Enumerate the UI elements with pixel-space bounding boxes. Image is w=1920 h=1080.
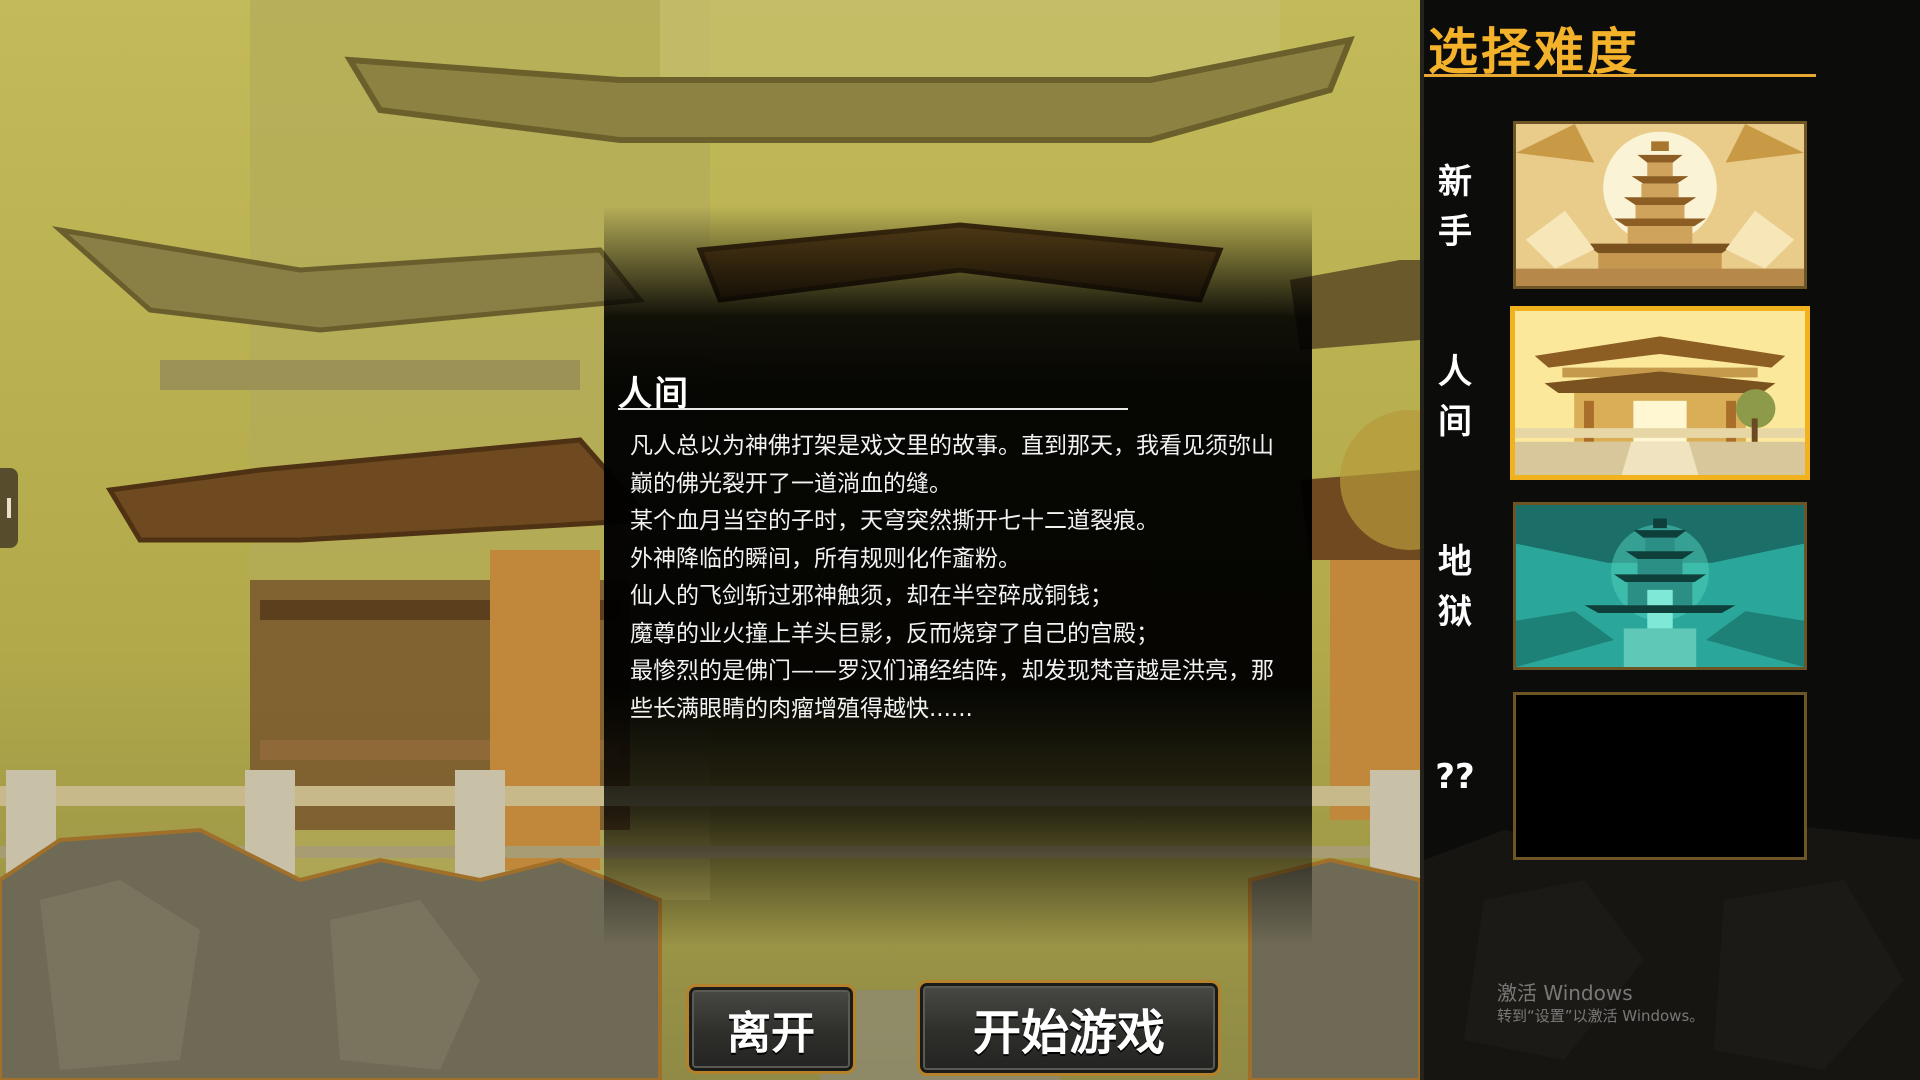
palace-gate-art xyxy=(1515,311,1805,475)
difficulty-label-char: 手 xyxy=(1438,212,1472,252)
difficulty-label-char: 人 xyxy=(1438,352,1472,392)
difficulty-label-char: ?? xyxy=(1435,757,1475,797)
story-paragraph: 某个血月当空的子时，天穹突然撕开七十二道裂痕。 xyxy=(630,508,1159,534)
difficulty-card-mortal[interactable] xyxy=(1510,306,1810,480)
windows-activation-watermark: 激活 Windows 转到“设置”以激活 Windows。 xyxy=(1497,980,1704,1026)
difficulty-label-char: 间 xyxy=(1438,402,1472,442)
difficulty-label-char: 地 xyxy=(1438,542,1472,582)
story-paragraph: 仙人的飞剑斩过邪神触须，却在半空碎成铜钱； xyxy=(630,583,1113,609)
game-screen: 人间 凡人总以为神佛打架是戏文里的故事。直到那天，我看见须弥山巅的佛光裂开了一道… xyxy=(0,0,1920,1080)
watermark-subtitle: 转到“设置”以激活 Windows。 xyxy=(1497,1007,1705,1025)
difficulty-label-hell: 地 狱 xyxy=(1430,537,1480,637)
difficulty-card-hell[interactable] xyxy=(1513,502,1807,670)
difficulty-label-mortal: 人 间 xyxy=(1430,347,1480,447)
story-title-underline xyxy=(618,408,1128,410)
difficulty-label-char: 狱 xyxy=(1438,592,1472,632)
jade-underworld-pagoda-art xyxy=(1516,505,1804,667)
watermark-title: 激活 Windows xyxy=(1497,981,1633,1005)
side-drawer-handle[interactable] xyxy=(0,468,18,548)
difficulty-card-novice[interactable] xyxy=(1513,121,1807,289)
difficulty-card-locked[interactable] xyxy=(1513,692,1807,860)
story-text: 凡人总以为神佛打架是戏文里的故事。直到那天，我看见须弥山巅的佛光裂开了一道淌血的… xyxy=(630,428,1280,728)
story-paragraph: 最惨烈的是佛门——罗汉们诵经结阵，却发现梵音越是洪亮，那些长满眼睛的肉瘤增殖得越… xyxy=(630,658,1274,722)
story-paragraph: 外神降临的瞬间，所有规则化作齑粉。 xyxy=(630,545,1021,572)
difficulty-title-underline xyxy=(1424,74,1816,77)
story-paragraph: 魔尊的业火撞上羊头巨影，反而烧穿了自己的宫殿； xyxy=(630,620,1159,647)
difficulty-label-char: 新 xyxy=(1438,162,1472,202)
start-game-button[interactable]: 开始游戏 xyxy=(917,980,1221,1076)
difficulty-label-locked: ?? xyxy=(1430,752,1480,802)
leave-button[interactable]: 离开 xyxy=(686,984,856,1074)
difficulty-label-novice: 新 手 xyxy=(1430,157,1480,257)
story-paragraph: 凡人总以为神佛打架是戏文里的故事。直到那天，我看见须弥山巅的佛光裂开了一道淌血的… xyxy=(630,433,1274,497)
golden-pagoda-moon-art xyxy=(1516,124,1804,286)
